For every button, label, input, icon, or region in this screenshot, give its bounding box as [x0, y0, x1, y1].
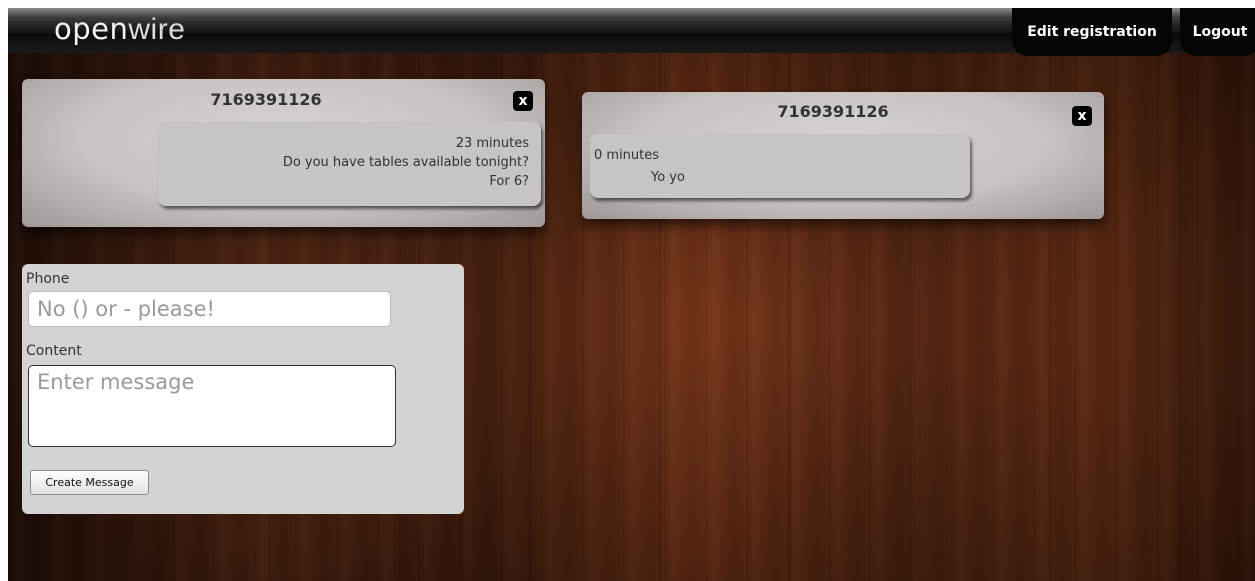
new-message-form: Phone Content Create Message — [22, 264, 464, 514]
message-text-line: For 6? — [489, 174, 529, 189]
message-text-line: Do you have tables available tonight? — [282, 155, 529, 170]
phone-input[interactable] — [28, 291, 391, 327]
message-time: 0 minutes — [594, 148, 660, 163]
message-bubble: 0 minutes Yo yo — [590, 134, 970, 198]
logout-button[interactable]: Logout — [1180, 8, 1255, 56]
message-time: 23 minutes — [455, 136, 529, 151]
openwire-logo[interactable]: openwire — [54, 12, 185, 47]
phone-label: Phone — [26, 271, 70, 287]
content-textarea[interactable] — [28, 365, 396, 447]
content-label: Content — [26, 343, 82, 359]
close-conversation-button[interactable]: x — [513, 91, 533, 111]
logo-text-bold: open — [54, 12, 129, 46]
top-navigation-bar: openwire Edit registration Logout — [8, 8, 1255, 56]
message-bubble: 23 minutes Do you have tables available … — [158, 122, 541, 206]
conversation-phone-number: 7169391126 — [777, 102, 889, 121]
close-conversation-button[interactable]: x — [1072, 106, 1092, 126]
logo-text-light: wire — [128, 13, 186, 46]
edit-registration-button[interactable]: Edit registration — [1012, 8, 1172, 56]
message-text-line: Yo yo — [651, 170, 685, 185]
wood-background: openwire Edit registration Logout 716939… — [8, 8, 1255, 581]
create-message-button[interactable]: Create Message — [30, 470, 149, 495]
conversation-card: 7169391126 x 0 minutes Yo yo — [582, 92, 1104, 219]
conversation-phone-number: 7169391126 — [210, 90, 322, 109]
conversation-card: 7169391126 x 23 minutes Do you have tabl… — [22, 79, 545, 227]
